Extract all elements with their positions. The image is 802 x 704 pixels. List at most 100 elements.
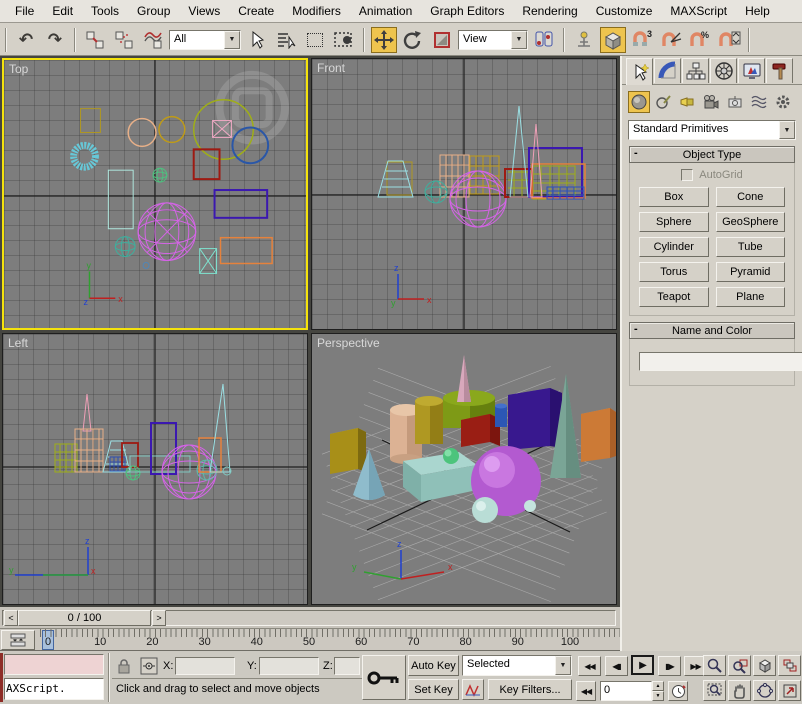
object-type-button[interactable]: Box	[639, 187, 709, 207]
object-type-button[interactable]: Pyramid	[716, 262, 786, 282]
min-max-toggle-button[interactable]	[778, 680, 801, 701]
menu-item[interactable]: Tools	[82, 1, 128, 21]
viewport-front[interactable]: Front z yx	[311, 58, 617, 330]
timeline-ruler[interactable]: 0102030405060708090100	[36, 629, 620, 651]
object-type-button[interactable]: Teapot	[639, 287, 709, 307]
dropdown-arrow-icon[interactable]: ▼	[224, 31, 240, 49]
use-pivot-point-button[interactable]	[531, 27, 557, 53]
subcat-cameras[interactable]	[700, 91, 722, 113]
subcat-helpers[interactable]	[724, 91, 746, 113]
arc-rotate-button[interactable]	[753, 680, 776, 701]
dropdown-arrow-icon[interactable]: ▼	[779, 121, 795, 139]
tab-create[interactable]	[626, 58, 653, 85]
time-next-button[interactable]: >	[152, 610, 166, 626]
menu-item[interactable]: Graph Editors	[421, 1, 513, 21]
pan-button[interactable]	[728, 680, 751, 701]
select-and-scale-button[interactable]	[429, 27, 455, 53]
percent-snap-toggle-button[interactable]: %	[687, 27, 713, 53]
object-type-button[interactable]: Cone	[716, 187, 786, 207]
subcat-space-warps[interactable]	[748, 91, 770, 113]
mini-curve-editor-button[interactable]	[1, 630, 35, 650]
selection-lock-icon[interactable]	[117, 658, 131, 674]
zoom-extents-all-button[interactable]	[778, 655, 801, 676]
key-mode-toggle-button[interactable]: ◀◀	[576, 681, 596, 701]
tab-hierarchy[interactable]	[682, 58, 709, 83]
viewport-front-scene[interactable]: z yx	[312, 59, 616, 329]
menu-item[interactable]: MAXScript	[661, 1, 736, 21]
time-configuration-button[interactable]	[668, 681, 688, 701]
unlink-selection-button[interactable]	[111, 27, 137, 53]
object-type-button[interactable]: Sphere	[639, 212, 709, 232]
rectangular-selection-region-button[interactable]	[302, 27, 328, 53]
spinner-down-icon[interactable]: ▼	[652, 691, 664, 701]
current-frame-field[interactable]: 0	[600, 681, 652, 701]
menu-item[interactable]: File	[6, 1, 43, 21]
menu-item[interactable]: Animation	[350, 1, 421, 21]
maxscript-listener-pane[interactable]: AXScript.	[4, 678, 104, 700]
select-object-button[interactable]	[244, 27, 270, 53]
menu-item[interactable]: Help	[736, 1, 779, 21]
select-by-name-button[interactable]	[273, 27, 299, 53]
zoom-region-button[interactable]	[703, 680, 726, 701]
object-type-button[interactable]: Cylinder	[639, 237, 709, 257]
key-filters-button[interactable]: Key Filters...	[488, 679, 572, 700]
object-name-field[interactable]	[639, 352, 802, 371]
object-type-rollout-header[interactable]: - Object Type	[629, 146, 795, 163]
viewport-left-scene[interactable]: z yx	[3, 334, 307, 604]
reference-coordinate-dropdown[interactable]: View ▼	[458, 30, 528, 50]
snap-toggle-3d-button[interactable]: 3	[629, 27, 655, 53]
redo-button[interactable]: ↷	[42, 27, 68, 53]
subcat-systems[interactable]	[772, 91, 794, 113]
y-coordinate-field[interactable]	[259, 657, 319, 675]
go-to-start-button[interactable]: ◀◀	[578, 656, 601, 676]
zoom-all-button[interactable]	[728, 655, 751, 676]
object-type-button[interactable]: Torus	[639, 262, 709, 282]
viewport-perspective-label[interactable]: Perspective	[317, 336, 380, 350]
viewport-perspective-scene[interactable]: z y x	[312, 334, 616, 604]
select-and-move-button[interactable]	[371, 27, 397, 53]
name-color-rollout-header[interactable]: - Name and Color	[629, 322, 795, 339]
menu-item[interactable]: Rendering	[513, 1, 586, 21]
zoom-extents-button[interactable]	[753, 655, 776, 676]
spinner-up-icon[interactable]: ▲	[652, 681, 664, 691]
viewport-left[interactable]: Left z yx	[2, 333, 308, 605]
next-frame-button[interactable]: ▮▶	[658, 656, 681, 676]
viewport-perspective[interactable]: Perspective	[311, 333, 617, 605]
undo-button[interactable]: ↶	[13, 27, 39, 53]
z-coordinate-field[interactable]	[334, 657, 360, 675]
autogrid-checkbox[interactable]	[681, 169, 693, 181]
spinner-snap-toggle-button[interactable]	[716, 27, 742, 53]
viewport-left-label[interactable]: Left	[8, 336, 28, 350]
object-type-button[interactable]: Tube	[716, 237, 786, 257]
x-coordinate-field[interactable]	[175, 657, 235, 675]
window-crossing-button[interactable]	[331, 27, 357, 53]
previous-frame-button[interactable]: ◀▮	[605, 656, 628, 676]
maxscript-macro-pane[interactable]	[4, 654, 104, 675]
select-and-rotate-button[interactable]	[400, 27, 426, 53]
snaps-toggle-button[interactable]	[600, 27, 626, 53]
absolute-mode-icon[interactable]	[140, 657, 158, 675]
object-type-button[interactable]: GeoSphere	[716, 212, 786, 232]
menu-item[interactable]: Create	[229, 1, 283, 21]
key-mode-dropdown[interactable]: Selected ▼	[462, 655, 572, 676]
tab-modify[interactable]	[654, 58, 681, 83]
frame-spinner[interactable]: ▲ ▼	[652, 681, 664, 701]
select-and-manipulate-button[interactable]	[571, 27, 597, 53]
bind-to-space-warp-button[interactable]	[140, 27, 166, 53]
menu-item[interactable]: Group	[128, 1, 179, 21]
set-keys-button[interactable]	[362, 655, 406, 700]
default-tangent-button[interactable]	[462, 679, 484, 700]
subcat-lights[interactable]	[676, 91, 698, 113]
viewport-front-label[interactable]: Front	[317, 61, 345, 75]
object-type-button[interactable]: Plane	[716, 287, 786, 307]
select-and-link-button[interactable]	[82, 27, 108, 53]
dropdown-arrow-icon[interactable]: ▼	[555, 656, 571, 675]
subcat-shapes[interactable]	[652, 91, 674, 113]
subcat-geometry[interactable]	[628, 91, 650, 113]
zoom-button[interactable]	[703, 655, 726, 676]
primitive-category-dropdown[interactable]: Standard Primitives ▼	[628, 120, 796, 140]
menu-item[interactable]: Customize	[587, 1, 662, 21]
dropdown-arrow-icon[interactable]: ▼	[511, 31, 527, 49]
viewport-top[interactable]: Top	[2, 58, 308, 330]
set-key-button[interactable]: Set Key	[408, 679, 459, 700]
